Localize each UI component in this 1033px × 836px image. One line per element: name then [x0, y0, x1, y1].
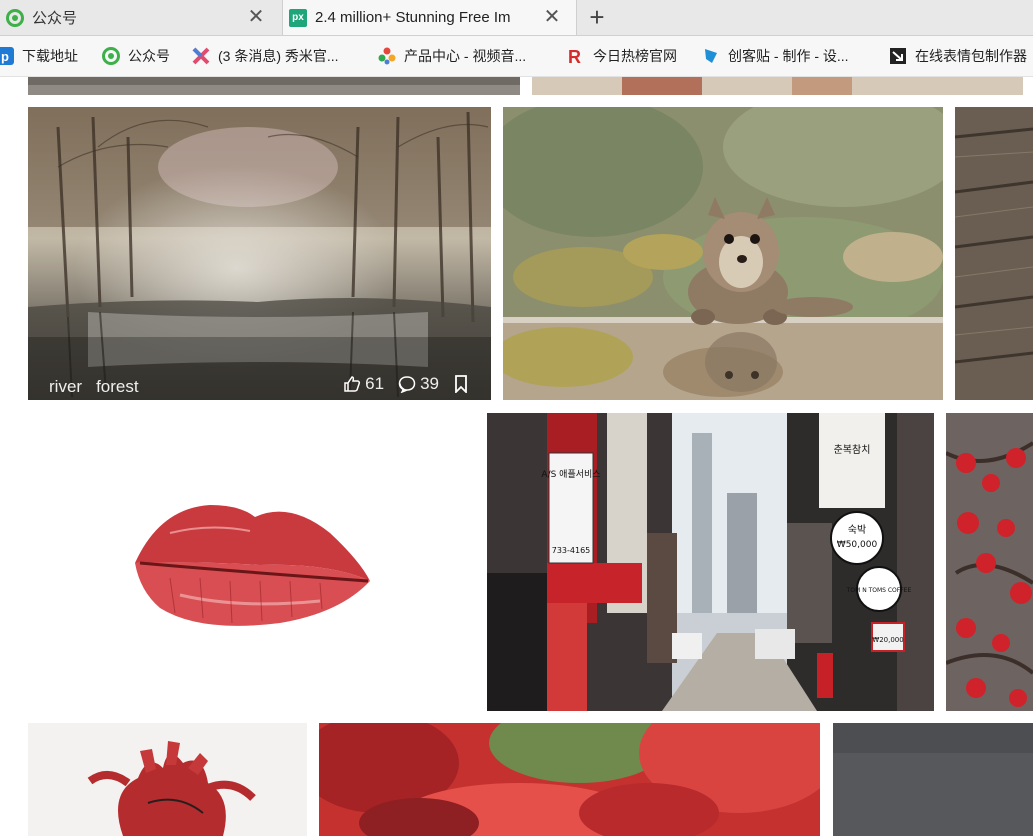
small-price-sign: ₩20,000 — [872, 636, 903, 644]
tab-title: 2.4 million+ Stunning Free Im — [315, 9, 511, 26]
comment-count: 39 — [420, 374, 439, 393]
bookmark-label: 创客贴 - 制作 - 设... — [728, 48, 849, 64]
chuangkit-icon — [705, 49, 717, 63]
p-blue-icon: p — [0, 47, 14, 65]
bookmark-product-center[interactable]: 产品中心 - 视频音... — [378, 36, 526, 76]
wechat-official-icon — [102, 47, 120, 65]
colorful-flower-icon — [378, 47, 396, 65]
tag-river[interactable]: river — [49, 377, 82, 397]
wechat-official-icon — [6, 8, 24, 27]
photo-anatomical-heart[interactable] — [28, 723, 307, 836]
street-sign-left: A/S 애플서비스 — [541, 469, 600, 480]
street-sign-left-phone: 733-4165 — [552, 546, 591, 555]
pexels-px-icon: px — [289, 8, 307, 27]
like-count: 61 — [365, 374, 385, 393]
r-red-icon: R — [568, 47, 581, 65]
bookmarks-bar: p 下载地址 公众号 (3 条消息) 秀米官... 产品中心 - 视频音... … — [0, 36, 1033, 77]
bookmark-label: 公众号 — [128, 48, 170, 64]
bookmark-wechat[interactable]: 公众号 — [102, 36, 170, 76]
photo-red-leaves[interactable] — [319, 723, 820, 836]
arrow-box-icon — [890, 48, 906, 64]
photo-forest-river[interactable]: river forest 61 39 — [28, 107, 491, 400]
photo-red-berries[interactable] — [946, 413, 1033, 711]
tab-strip: 公众号 ✕ px 2.4 million+ Stunning Free Im ✕… — [0, 0, 1033, 36]
bookmark-label: (3 条消息) 秀米官... — [218, 48, 339, 64]
price-sign-value: ₩50,000 — [837, 540, 878, 550]
comment-icon — [398, 376, 416, 393]
bookmark-button[interactable] — [453, 375, 469, 393]
bookmark-xiumi[interactable]: (3 条消息) 秀米官... — [192, 36, 339, 76]
street-sign-right: 춘복참치 — [834, 444, 871, 456]
xiumi-icon — [192, 47, 210, 65]
bookmark-label: 下载地址 — [22, 48, 78, 64]
photo-tags: river forest — [49, 377, 139, 397]
tab-title: 公众号 — [32, 10, 78, 27]
svg-text:p: p — [1, 49, 9, 64]
tab-wechat[interactable]: 公众号 ✕ — [0, 0, 280, 35]
bookmark-chuangkit[interactable]: 创客贴 - 制作 - 设... — [702, 36, 849, 76]
price-sign-title: 숙박 — [848, 524, 866, 536]
svg-text:R: R — [568, 47, 581, 65]
like-button[interactable]: 61 — [343, 374, 384, 394]
photo-wood-planks[interactable] — [955, 107, 1033, 400]
photo-dark-gray[interactable] — [833, 723, 1033, 836]
photo-tile-partial-top-right[interactable] — [532, 77, 1023, 95]
new-tab-button[interactable]: + — [578, 0, 616, 35]
tag-forest[interactable]: forest — [96, 377, 139, 397]
photo-tile-partial-top-left[interactable] — [28, 77, 520, 95]
comment-button[interactable]: 39 — [398, 374, 439, 394]
close-icon[interactable]: ✕ — [244, 0, 268, 35]
photo-korean-street[interactable]: A/S 애플서비스 733-4165 춘복참치 숙박 ₩50,000 TOM N… — [487, 413, 934, 711]
photo-red-lips[interactable] — [0, 413, 475, 711]
coffee-sign: TOM N TOMS COFFEE — [846, 587, 912, 594]
tab-pexels[interactable]: px 2.4 million+ Stunning Free Im ✕ — [282, 0, 577, 35]
thumbs-up-icon — [344, 376, 361, 392]
bookmark-rebang[interactable]: R 今日热榜官网 — [567, 36, 677, 76]
bookmark-meme-maker[interactable]: 在线表情包制作器 — [889, 36, 1027, 76]
bookmark-label: 今日热榜官网 — [593, 48, 677, 64]
photo-squirrel[interactable] — [503, 107, 943, 400]
bookmark-download[interactable]: p 下载地址 — [0, 36, 78, 76]
close-icon[interactable]: ✕ — [540, 0, 564, 35]
bookmark-icon — [455, 375, 467, 393]
photo-stats: 61 39 — [335, 374, 469, 394]
bookmark-label: 在线表情包制作器 — [915, 48, 1027, 64]
bookmark-label: 产品中心 - 视频音... — [404, 48, 527, 64]
